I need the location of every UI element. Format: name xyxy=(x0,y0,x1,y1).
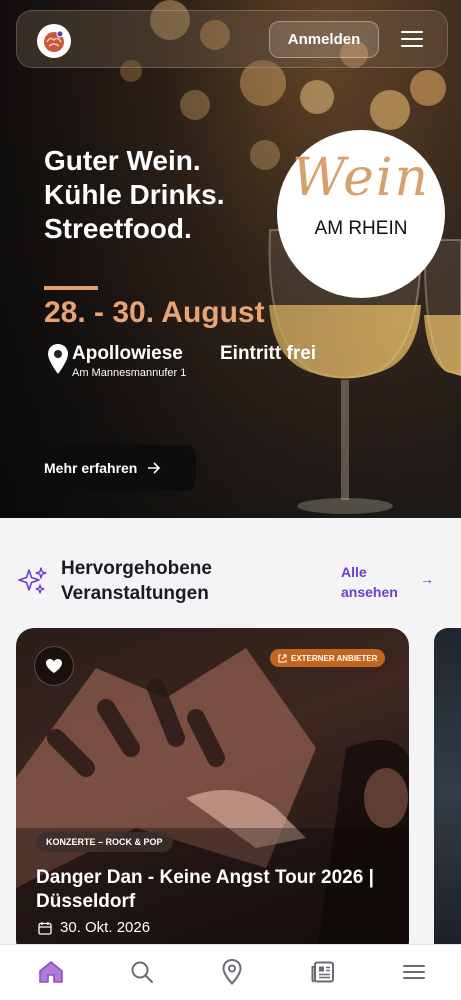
see-all-label: Alle xyxy=(341,564,367,580)
news-icon[interactable] xyxy=(310,959,336,985)
section-title-line: Hervorgehobene xyxy=(61,558,212,579)
see-all-link[interactable]: Alle ansehen xyxy=(341,562,398,602)
top-navigation-bar: Anmelden xyxy=(16,10,448,68)
external-provider-tag: EXTERNER ANBIETER xyxy=(270,649,386,667)
section-title-line: Veranstaltungen xyxy=(61,583,209,604)
location-name: Apollowiese xyxy=(72,343,183,364)
external-provider-label: EXTERNER ANBIETER xyxy=(291,653,378,663)
home-icon[interactable] xyxy=(38,959,64,985)
headline-line: Kühle Drinks. xyxy=(44,179,225,210)
section-title: Hervorgehobene Veranstaltungen xyxy=(61,556,212,606)
heart-icon xyxy=(46,659,62,673)
featured-events-section: Hervorgehobene Veranstaltungen Alle anse… xyxy=(0,518,461,1000)
event-title: Danger Dan - Keine Angst Tour 2026 | Düs… xyxy=(36,867,374,912)
bottom-navigation xyxy=(0,944,461,1000)
event-card-date-label: 30. Okt. 2026 xyxy=(60,919,151,936)
learn-more-button[interactable]: Mehr erfahren xyxy=(18,445,196,491)
badge-subtitle: AM RHEIN xyxy=(314,218,408,239)
sparkles-icon xyxy=(18,567,47,594)
location-pin-icon xyxy=(48,344,68,374)
event-card-date: 30. Okt. 2026 xyxy=(38,919,150,936)
favorite-button[interactable] xyxy=(34,646,74,686)
entry-info: Eintritt frei xyxy=(220,343,317,364)
event-card[interactable]: EXTERNER ANBIETER KONZERTE – ROCK & POP … xyxy=(16,628,409,958)
event-logo-badge: Wein AM RHEIN xyxy=(277,130,445,298)
learn-more-label: Mehr erfahren xyxy=(44,460,138,476)
see-all-label: ansehen xyxy=(341,584,398,600)
hero-headline: Guter Wein. Kühle Drinks. Streetfood. xyxy=(44,144,224,246)
category-tag: KONZERTE – ROCK & POP xyxy=(36,832,173,852)
hero-banner: Anmelden Guter Wein. Kühle Drinks. Stree… xyxy=(0,0,461,518)
map-pin-icon[interactable] xyxy=(219,959,245,985)
badge-script-text: Wein xyxy=(291,148,431,208)
arrow-right-icon[interactable]: → xyxy=(420,571,434,587)
hamburger-menu-icon[interactable] xyxy=(401,31,423,49)
brain-logo-icon[interactable] xyxy=(37,24,71,58)
accent-divider xyxy=(44,286,98,290)
headline-line: Guter Wein. xyxy=(44,145,201,176)
headline-line: Streetfood. xyxy=(44,213,192,244)
calendar-icon xyxy=(38,921,52,935)
login-button[interactable]: Anmelden xyxy=(269,21,379,58)
search-icon[interactable] xyxy=(129,959,155,985)
location-address: Am Mannesmannufer 1 xyxy=(72,367,187,379)
external-link-icon xyxy=(278,654,287,662)
arrow-right-icon xyxy=(148,462,161,474)
menu-icon[interactable] xyxy=(401,959,427,985)
event-date: 28. - 30. August xyxy=(44,296,265,329)
next-event-card-peek[interactable] xyxy=(434,628,461,958)
